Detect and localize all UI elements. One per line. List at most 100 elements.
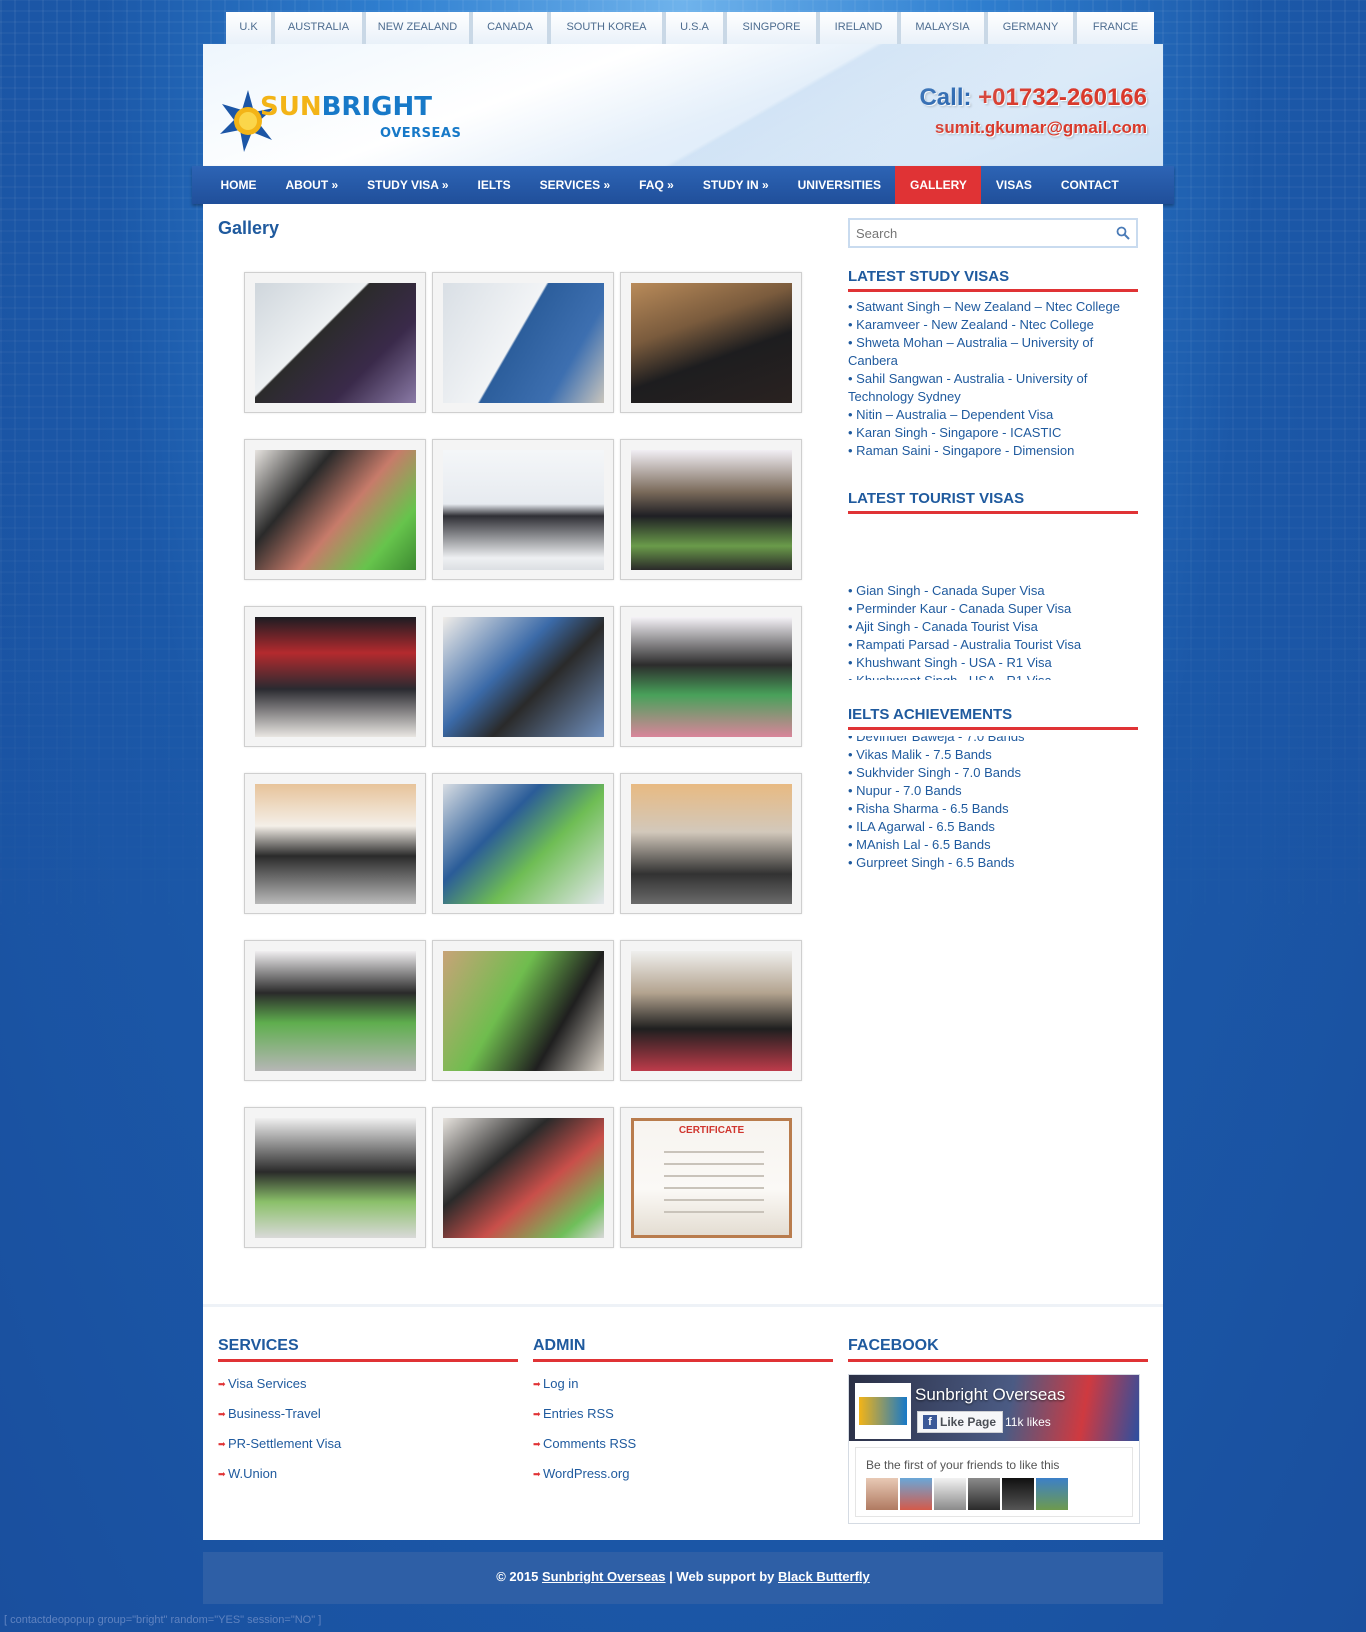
admin-link[interactable]: ➡ WordPress.org [533, 1464, 833, 1494]
country-tabs: U.K AUSTRALIA NEW ZEALAND CANADA SOUTH K… [226, 12, 1154, 44]
country-tab-ireland[interactable]: IRELAND [820, 12, 901, 44]
widget-title: LATEST TOURIST VISAS [848, 490, 1138, 514]
country-tab-malaysia[interactable]: MALAYSIA [901, 12, 988, 44]
list-item: Vikas Malik - 7.5 Bands [848, 746, 1138, 764]
widget-ielts: IELTS ACHIEVEMENTS Devinder Baweja - 7.0… [848, 706, 1138, 876]
country-tab-uk[interactable]: U.K [226, 12, 275, 44]
nav-contact[interactable]: CONTACT [1046, 166, 1133, 204]
gallery-thumb[interactable] [620, 940, 802, 1081]
nav-study-in[interactable]: STUDY IN » [688, 166, 783, 204]
list-item: Risha Sharma - 6.5 Bands [848, 800, 1138, 818]
study-visa-list: Satwant Singh – New Zealand – Ntec Colle… [848, 298, 1138, 460]
country-tab-germany[interactable]: GERMANY [988, 12, 1077, 44]
logo-thumbnail [859, 1397, 907, 1425]
friend-avatar[interactable] [968, 1478, 1000, 1510]
nav-gallery[interactable]: GALLERY [895, 166, 982, 204]
list-item: Ajit Singh - Canada Tourist Visa [848, 618, 1138, 636]
nav-services[interactable]: SERVICES » [525, 166, 624, 204]
widget-title: SERVICES [218, 1337, 518, 1362]
phone-number: Call: +01732-260166 [919, 84, 1147, 111]
nav-home[interactable]: HOME [206, 166, 271, 204]
gallery-thumb[interactable] [432, 606, 614, 747]
gallery-thumb[interactable] [244, 940, 426, 1081]
gallery-thumb[interactable] [244, 773, 426, 914]
ielts-scroller: Devinder Baweja - 7.0 Bands Vikas Malik … [848, 736, 1138, 876]
facebook-page-name[interactable]: Sunbright Overseas [915, 1385, 1065, 1405]
list-item: Gurpreet Singh - 6.5 Bands [848, 854, 1138, 872]
gallery-photo [443, 1118, 604, 1238]
search-icon[interactable] [1116, 226, 1130, 240]
gallery-thumb[interactable] [432, 773, 614, 914]
facebook-friends-text: Be the first of your friends to like thi… [866, 1458, 1060, 1472]
gallery-thumb[interactable] [432, 1107, 614, 1248]
services-link[interactable]: ➡ Visa Services [218, 1374, 518, 1404]
services-link[interactable]: ➡ Business-Travel [218, 1404, 518, 1434]
search-input[interactable] [850, 220, 1100, 246]
nav-universities[interactable]: UNIVERSITIES [783, 166, 895, 204]
gallery-thumb[interactable] [432, 439, 614, 580]
country-tab-australia[interactable]: AUSTRALIA [275, 12, 366, 44]
footer-admin: ADMIN ➡ Log in ➡ Entries RSS ➡ Comments RSS… [533, 1337, 833, 1494]
friend-avatar[interactable] [866, 1478, 898, 1510]
admin-link[interactable]: ➡ Log in [533, 1374, 833, 1404]
gallery-photo [443, 784, 604, 904]
facebook-faces [866, 1478, 1068, 1510]
services-link[interactable]: ➡ PR-Settlement Visa [218, 1434, 518, 1464]
gallery-thumb[interactable] [244, 272, 426, 413]
gallery-thumb[interactable] [244, 439, 426, 580]
gallery-thumb[interactable] [244, 1107, 426, 1248]
services-link[interactable]: ➡ W.Union [218, 1464, 518, 1494]
admin-link[interactable]: ➡ Entries RSS [533, 1404, 833, 1434]
gallery-photo [631, 784, 792, 904]
facebook-page-plugin: Sunbright Overseas f Like Page 11k likes… [848, 1374, 1140, 1524]
logo-wordmark: SUNBRIGHT [260, 92, 432, 122]
nav-ielts[interactable]: IELTS [463, 166, 525, 204]
vendor-link[interactable]: Black Butterfly [778, 1569, 870, 1584]
main-nav: HOME ABOUT » STUDY VISA » IELTS SERVICES… [192, 166, 1174, 204]
gallery-thumb[interactable] [244, 606, 426, 747]
nav-study-visa[interactable]: STUDY VISA » [353, 166, 463, 204]
gallery-thumb[interactable]: CERTIFICATE [620, 1107, 802, 1248]
list-item: Rampati Parsad - Australia Tourist Visa [848, 636, 1138, 654]
admin-link[interactable]: ➡ Comments RSS [533, 1434, 833, 1464]
country-tab-singapore[interactable]: SINGPORE [727, 12, 820, 44]
gallery-thumb[interactable] [620, 272, 802, 413]
facebook-like-button[interactable]: f Like Page [917, 1411, 1004, 1433]
friend-avatar[interactable] [900, 1478, 932, 1510]
country-tab-new-zealand[interactable]: NEW ZEALAND [366, 12, 473, 44]
country-tab-france[interactable]: FRANCE [1077, 12, 1154, 44]
friend-avatar[interactable] [1036, 1478, 1068, 1510]
site-header: SUNBRIGHT OVERSEAS Call: +01732-260166 s… [203, 44, 1163, 166]
gallery-thumb[interactable] [620, 439, 802, 580]
facebook-page-avatar[interactable] [855, 1383, 911, 1439]
arrow-right-icon: ➡ [218, 1439, 226, 1449]
nav-about[interactable]: ABOUT » [271, 166, 353, 204]
gallery-thumb[interactable] [620, 773, 802, 914]
gallery-thumb[interactable] [432, 272, 614, 413]
page-title: Gallery [218, 218, 280, 238]
arrow-right-icon: ➡ [533, 1379, 541, 1389]
nav-faq[interactable]: FAQ » [625, 166, 689, 204]
certificate-text-line [664, 1199, 764, 1201]
footer-services: SERVICES ➡ Visa Services ➡ Business-Travel… [218, 1337, 518, 1494]
email-address[interactable]: sumit.gkumar@gmail.com [935, 118, 1147, 138]
arrow-right-icon: ➡ [533, 1439, 541, 1449]
list-item: Devinder Baweja - 7.0 Bands [848, 736, 1138, 746]
friend-avatar[interactable] [1002, 1478, 1034, 1510]
gallery-thumb[interactable] [432, 940, 614, 1081]
shortcode-text: [ contactdeopopup group="bright" random=… [4, 1614, 322, 1626]
arrow-right-icon: ➡ [218, 1469, 226, 1479]
site-logo[interactable]: SUNBRIGHT OVERSEAS [218, 86, 461, 156]
footer-facebook: FACEBOOK Sunbright Overseas f Like Page … [848, 1337, 1148, 1524]
services-list: ➡ Visa Services ➡ Business-Travel ➡ PR-Sett… [218, 1374, 518, 1494]
country-tab-south-korea[interactable]: SOUTH KOREA [551, 12, 666, 44]
nav-visas[interactable]: VISAS [981, 166, 1046, 204]
gallery-photo [255, 617, 416, 737]
country-tab-usa[interactable]: U.S.A [666, 12, 727, 44]
gallery-thumb[interactable] [620, 606, 802, 747]
country-tab-canada[interactable]: CANADA [473, 12, 551, 44]
list-item: Raman Saini - Singapore - Dimension [848, 442, 1138, 460]
site-link[interactable]: Sunbright Overseas [542, 1569, 666, 1584]
list-item: Gian Singh - Canada Super Visa [848, 582, 1138, 600]
friend-avatar[interactable] [934, 1478, 966, 1510]
